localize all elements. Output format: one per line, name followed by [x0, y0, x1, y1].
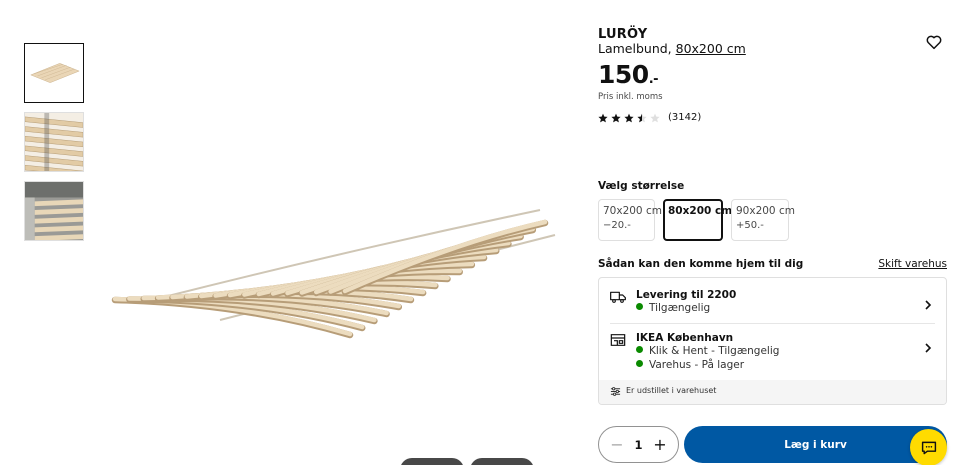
chat-button[interactable] [910, 429, 947, 465]
price-suffix: .- [648, 72, 659, 87]
product-price: 150.- [598, 60, 659, 89]
size-option-80x200[interactable]: 80x200 cm [663, 199, 733, 241]
delivery-row[interactable]: Levering til 2200 Tilgængelig [599, 278, 946, 323]
change-store-link[interactable]: Skift varehus [878, 258, 947, 270]
size-options: 70x200 cm −20.- 80x200 cm 90x200 cm +50.… [598, 199, 795, 241]
delivery-status: Tilgængelig [636, 302, 710, 314]
quantity-value[interactable]: 1 [634, 438, 642, 452]
thumbnail-2[interactable] [24, 112, 84, 172]
store-status-1: Klik & Hent - Tilgængelig [636, 345, 779, 357]
product-type: Lamelbund, [598, 41, 676, 56]
slatted-base-image [111, 209, 556, 339]
available-dot [636, 346, 643, 353]
store-status-1-text: Klik & Hent - Tilgængelig [649, 345, 780, 357]
available-dot [636, 303, 643, 310]
size-option-90x200[interactable]: 90x200 cm +50.- [731, 199, 795, 241]
showroom-note: Er udstillet i varehuset [599, 380, 946, 404]
image-controls [400, 458, 534, 465]
star-icon [637, 113, 647, 122]
store-status-2-text: Varehus - På lager [649, 359, 745, 371]
slatted-base-in-bed-image [25, 182, 83, 240]
size-option-label: 90x200 cm [736, 205, 795, 217]
size-option-label: 80x200 cm [668, 205, 733, 217]
rating[interactable]: (3142) [598, 112, 701, 123]
image-control-left[interactable] [400, 458, 464, 465]
heart-icon [926, 35, 942, 50]
favorite-button[interactable] [925, 33, 943, 51]
rating-stars [598, 113, 660, 123]
size-heading: Vælg størrelse [598, 180, 685, 192]
size-option-price: −20.- [603, 220, 631, 231]
size-option-price: +50.- [736, 220, 764, 231]
thumbnail-strip [24, 43, 84, 250]
size-option-label: 70x200 cm [603, 205, 662, 217]
main-product-image [100, 180, 560, 360]
availability-box: Levering til 2200 Tilgængelig IKEA Køben… [598, 277, 947, 405]
star-icon [650, 113, 660, 122]
delivery-status-text: Tilgængelig [649, 302, 711, 314]
filter-icon [610, 387, 621, 396]
add-to-cart-button[interactable]: Læg i kurv [684, 426, 947, 463]
star-icon [611, 113, 621, 122]
chevron-right-icon [925, 343, 932, 353]
star-icon [624, 113, 634, 122]
chat-icon [921, 441, 936, 454]
delivery-title: Levering til 2200 [636, 289, 737, 301]
available-dot [636, 360, 643, 367]
thumbnail-1[interactable] [24, 43, 84, 103]
showroom-note-text: Er udstillet i varehuset [626, 386, 717, 395]
slatted-base-closeup-image [25, 113, 83, 171]
chevron-right-icon [925, 300, 932, 310]
store-row[interactable]: IKEA København Klik & Hent - Tilgængelig… [599, 324, 946, 380]
star-icon [598, 113, 608, 122]
store-title: IKEA København [636, 332, 734, 344]
minus-icon[interactable]: − [610, 436, 624, 452]
size-option-70x200[interactable]: 70x200 cm −20.- [598, 199, 662, 241]
product-description: Lamelbund, 80x200 cm [598, 41, 746, 56]
image-control-right[interactable] [470, 458, 534, 465]
plus-icon[interactable]: + [653, 436, 667, 452]
slatted-base-thumbnail-image [30, 63, 80, 83]
delivery-heading: Sådan kan den komme hjem til dig [598, 258, 804, 270]
product-size-link[interactable]: 80x200 cm [676, 41, 746, 56]
store-status-2: Varehus - På lager [636, 359, 744, 371]
price-note: Pris inkl. moms [598, 92, 663, 102]
rating-count: (3142) [668, 112, 702, 123]
product-name: LURÖY [598, 27, 648, 42]
quantity-stepper: − 1 + [598, 426, 679, 463]
thumbnail-3[interactable] [24, 181, 84, 241]
store-icon [610, 334, 626, 346]
price-value: 150 [598, 60, 649, 89]
truck-icon [610, 291, 626, 303]
